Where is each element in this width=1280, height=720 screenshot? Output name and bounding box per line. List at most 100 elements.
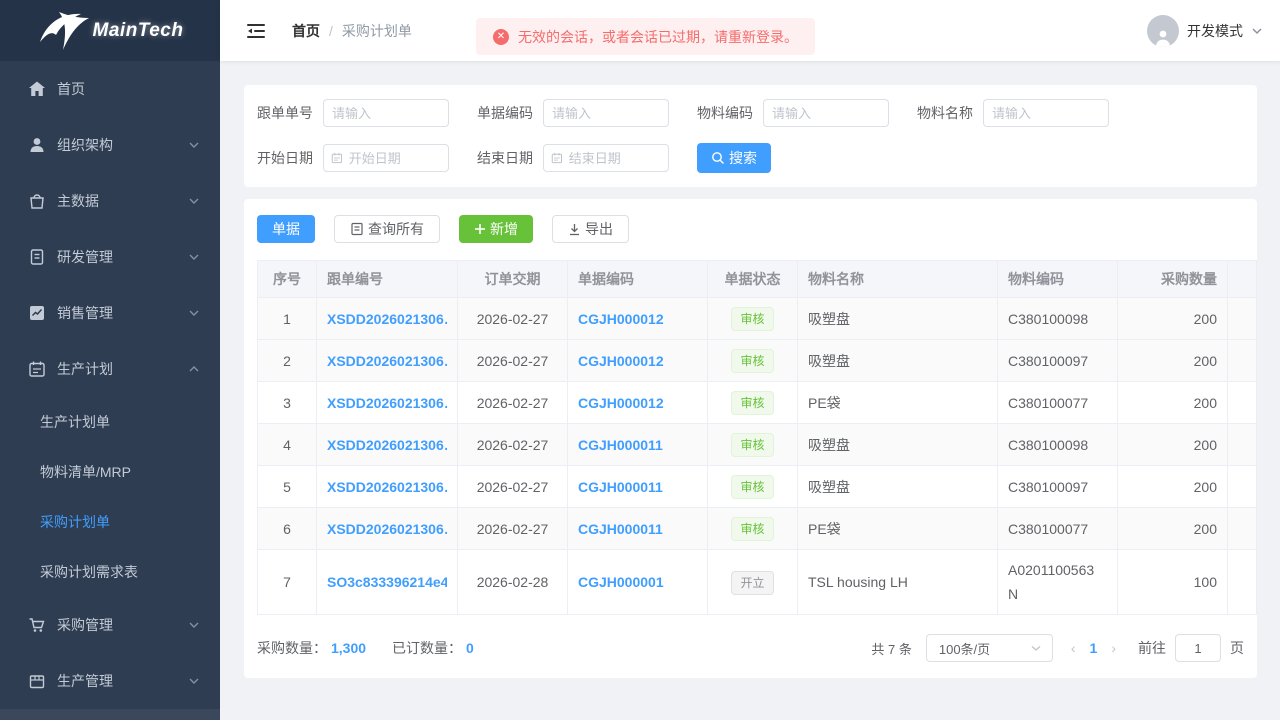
- end-date-input[interactable]: [568, 150, 662, 166]
- material-name-input[interactable]: [983, 99, 1109, 127]
- doc-code-link[interactable]: CGJH000012: [578, 391, 697, 415]
- filter-follow-no: 跟单单号: [257, 99, 477, 127]
- app-root: MainTech 首页 组织架构 主数据 研发管理 销售管理 生产计划 生产计划…: [0, 0, 1280, 720]
- calendar-icon: [331, 152, 343, 164]
- sidebar-item-production-management[interactable]: 生产管理: [0, 653, 220, 709]
- follow-no-link[interactable]: XSDD2026021306…: [327, 475, 447, 499]
- alert-message: 无效的会话，或者会话已过期，请重新登录。: [518, 28, 798, 45]
- prev-page-button[interactable]: ‹: [1071, 640, 1076, 656]
- cell-material-name: 吸塑盘: [797, 423, 998, 466]
- sidebar-fold-icon[interactable]: [246, 22, 266, 40]
- search-button-label: 搜索: [729, 150, 757, 166]
- cell-qty: 200: [1117, 423, 1228, 466]
- brand-swoosh-icon: [39, 11, 89, 50]
- sidebar-subitem-bom-mrp[interactable]: 物料清单/MRP: [0, 447, 220, 497]
- doc-code-link[interactable]: CGJH000011: [578, 433, 697, 457]
- breadcrumb-current: 采购计划单: [341, 22, 412, 39]
- cell-doc-code: CGJH000011: [567, 423, 708, 466]
- document-button[interactable]: 单据: [257, 215, 315, 243]
- cell-status: 审核: [707, 465, 798, 508]
- status-badge: 审核: [731, 475, 774, 499]
- cell-doc-code: CGJH000001: [567, 549, 708, 615]
- sidebar-item-purchase-management[interactable]: 采购管理: [0, 597, 220, 653]
- doc-code-link[interactable]: CGJH000012: [578, 349, 697, 373]
- pagination: 共 7 条 100条/页 ‹ 1 › 前往 1 页: [871, 634, 1244, 662]
- current-page-number[interactable]: 1: [1090, 640, 1098, 656]
- table-footer: 采购数量： 1,300 已订数量： 0 共 7 条 100条/页 ‹ 1 › 前…: [257, 634, 1257, 662]
- cell-filler: [1227, 297, 1257, 340]
- sidebar-subitem-label: 物料清单/MRP: [40, 464, 131, 480]
- content-column: 首页 / 采购计划单 ✕ 无效的会话，或者会话已过期，请重新登录。 开发模式 跟…: [220, 0, 1280, 720]
- sidebar-item-label: 生产管理: [57, 673, 113, 689]
- sidebar-subitem-purchase-plan-demand[interactable]: 采购计划需求表: [0, 547, 220, 597]
- package-icon: [29, 675, 45, 689]
- follow-no-link[interactable]: XSDD2026021306…: [327, 517, 447, 541]
- start-date-input[interactable]: [348, 150, 442, 166]
- cell-status: 审核: [707, 423, 798, 466]
- follow-no-link[interactable]: XSDD2026021306…: [327, 349, 447, 373]
- next-page-button[interactable]: ›: [1111, 640, 1116, 656]
- sidebar-subitem-purchase-plan-order[interactable]: 采购计划单: [0, 497, 220, 547]
- goto-page-input[interactable]: [1175, 634, 1221, 662]
- sidebar-item-master-data[interactable]: 主数据: [0, 173, 220, 229]
- follow-no-link[interactable]: SO3c833396214e40: [327, 570, 447, 594]
- status-badge: 审核: [731, 391, 774, 415]
- follow-no-link[interactable]: XSDD2026021306…: [327, 391, 447, 415]
- list-document-icon: [351, 222, 363, 236]
- sidebar-scrollbar[interactable]: [0, 709, 220, 720]
- filter-start-date: 开始日期: [257, 144, 477, 172]
- start-date-label: 开始日期: [257, 150, 313, 166]
- follow-no-input[interactable]: [323, 99, 449, 127]
- col-header-doc-code: 单据编码: [567, 260, 708, 298]
- doc-code-input[interactable]: [543, 99, 669, 127]
- sidebar-item-label: 首页: [57, 81, 85, 97]
- doc-code-link[interactable]: CGJH000011: [578, 517, 697, 541]
- cell-doc-code: CGJH000012: [567, 339, 708, 382]
- cell-material-code: C380100097: [997, 339, 1118, 382]
- filter-panel: 跟单单号 单据编码 物料编码 物料名称: [244, 85, 1257, 187]
- chevron-down-icon: [1252, 28, 1262, 34]
- ordered-qty-label: 已订数量：: [392, 640, 463, 656]
- query-all-button[interactable]: 查询所有: [334, 215, 440, 243]
- sidebar-subitem-label: 采购计划需求表: [40, 564, 138, 580]
- filter-material-code: 物料编码: [697, 99, 917, 127]
- chevron-down-icon: [189, 622, 199, 628]
- add-button[interactable]: 新增: [459, 215, 533, 243]
- brand-logo[interactable]: MainTech: [0, 0, 220, 61]
- filter-row-2: 开始日期 结束日期: [257, 143, 1244, 173]
- totals-summary: 采购数量： 1,300 已订数量： 0: [257, 638, 474, 658]
- follow-no-link[interactable]: XSDD2026021306…: [327, 307, 447, 331]
- end-date-picker[interactable]: [543, 144, 669, 172]
- filter-row-1: 跟单单号 单据编码 物料编码 物料名称: [257, 99, 1244, 127]
- page-size-select[interactable]: 100条/页: [925, 634, 1053, 662]
- material-code-input[interactable]: [763, 99, 889, 127]
- start-date-picker[interactable]: [323, 144, 449, 172]
- sidebar-item-sales-management[interactable]: 销售管理: [0, 285, 220, 341]
- sidebar-subitem-production-plan-order[interactable]: 生产计划单: [0, 397, 220, 447]
- breadcrumb-home[interactable]: 首页: [292, 21, 320, 41]
- cell-seq: 2: [257, 339, 317, 382]
- top-header: 首页 / 采购计划单 ✕ 无效的会话，或者会话已过期，请重新登录。 开发模式: [220, 0, 1280, 61]
- sidebar-item-rd-management[interactable]: 研发管理: [0, 229, 220, 285]
- cell-qty: 200: [1117, 339, 1228, 382]
- chevron-up-icon: [189, 366, 199, 372]
- chevron-down-icon: [189, 310, 199, 316]
- sidebar-item-production-plan[interactable]: 生产计划: [0, 341, 220, 397]
- sidebar-item-home[interactable]: 首页: [0, 61, 220, 117]
- user-menu[interactable]: 开发模式: [1147, 14, 1263, 47]
- cell-doc-code: CGJH000012: [567, 381, 708, 424]
- toolbar: 单据 查询所有 新增 导出: [257, 215, 1257, 243]
- doc-code-link[interactable]: CGJH000001: [578, 570, 697, 594]
- search-button[interactable]: 搜索: [697, 143, 771, 173]
- export-button[interactable]: 导出: [552, 215, 629, 243]
- follow-no-link[interactable]: XSDD2026021306…: [327, 433, 447, 457]
- cell-status: 审核: [707, 339, 798, 382]
- cell-seq: 7: [257, 549, 317, 615]
- cell-qty: 200: [1117, 507, 1228, 550]
- sidebar-item-organization[interactable]: 组织架构: [0, 117, 220, 173]
- doc-code-link[interactable]: CGJH000011: [578, 475, 697, 499]
- breadcrumb: 首页 / 采购计划单: [292, 21, 412, 41]
- doc-code-link[interactable]: CGJH000012: [578, 307, 697, 331]
- sidebar-subitem-label: 采购计划单: [40, 514, 110, 530]
- status-badge: 开立: [731, 570, 774, 595]
